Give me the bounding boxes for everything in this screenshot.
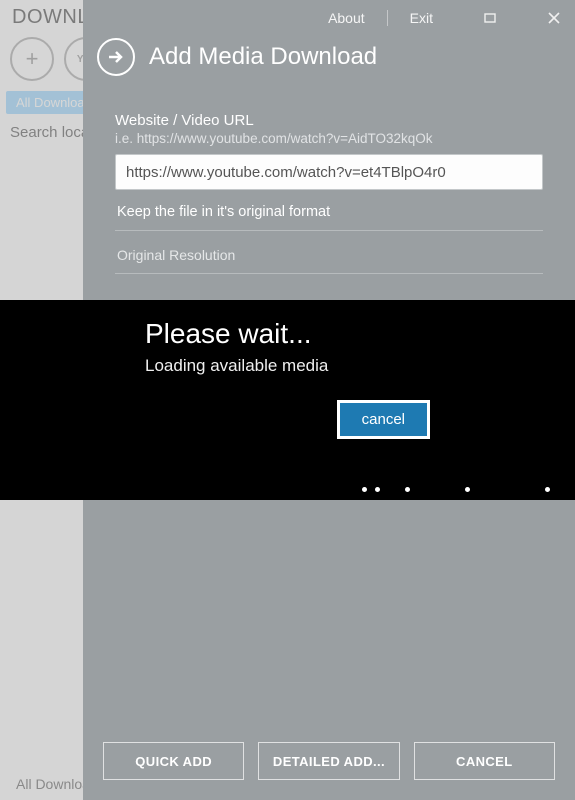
url-label: Website / Video URL [115, 112, 543, 129]
loading-title: Please wait... [145, 318, 575, 350]
close-icon [548, 12, 560, 24]
cancel-button[interactable]: CANCEL [414, 742, 555, 780]
progress-dot-icon [545, 487, 550, 492]
progress-dot-icon [362, 487, 367, 492]
url-hint: i.e. https://www.youtube.com/watch?v=Aid… [115, 131, 543, 146]
format-option[interactable]: Keep the file in it's original format [115, 190, 543, 231]
exit-link[interactable]: Exit [410, 10, 433, 26]
progress-dot-icon [465, 487, 470, 492]
loading-cancel-button[interactable]: cancel [337, 400, 430, 439]
arrow-right-icon [107, 48, 125, 66]
resolution-option[interactable]: Original Resolution [115, 231, 543, 274]
progress-dots [0, 484, 575, 494]
add-media-form: Website / Video URL i.e. https://www.you… [83, 112, 575, 274]
panel-title-row: Add Media Download [83, 34, 575, 92]
panel-title: Add Media Download [149, 43, 377, 71]
quick-add-button[interactable]: QUICK ADD [103, 742, 244, 780]
progress-dot-icon [405, 487, 410, 492]
go-icon-wrap [97, 38, 135, 76]
detailed-add-button[interactable]: DETAILED ADD... [258, 742, 399, 780]
maximize-icon [484, 13, 496, 23]
panel-header: About Exit [83, 0, 575, 34]
close-button[interactable] [543, 9, 565, 27]
url-input[interactable] [115, 154, 543, 190]
about-link[interactable]: About [328, 10, 365, 26]
progress-dot-icon [375, 487, 380, 492]
loading-overlay: Please wait... Loading available media c… [0, 300, 575, 500]
maximize-button[interactable] [479, 9, 501, 27]
loading-message: Loading available media [145, 356, 575, 376]
panel-actions: QUICK ADD DETAILED ADD... CANCEL [83, 742, 575, 780]
